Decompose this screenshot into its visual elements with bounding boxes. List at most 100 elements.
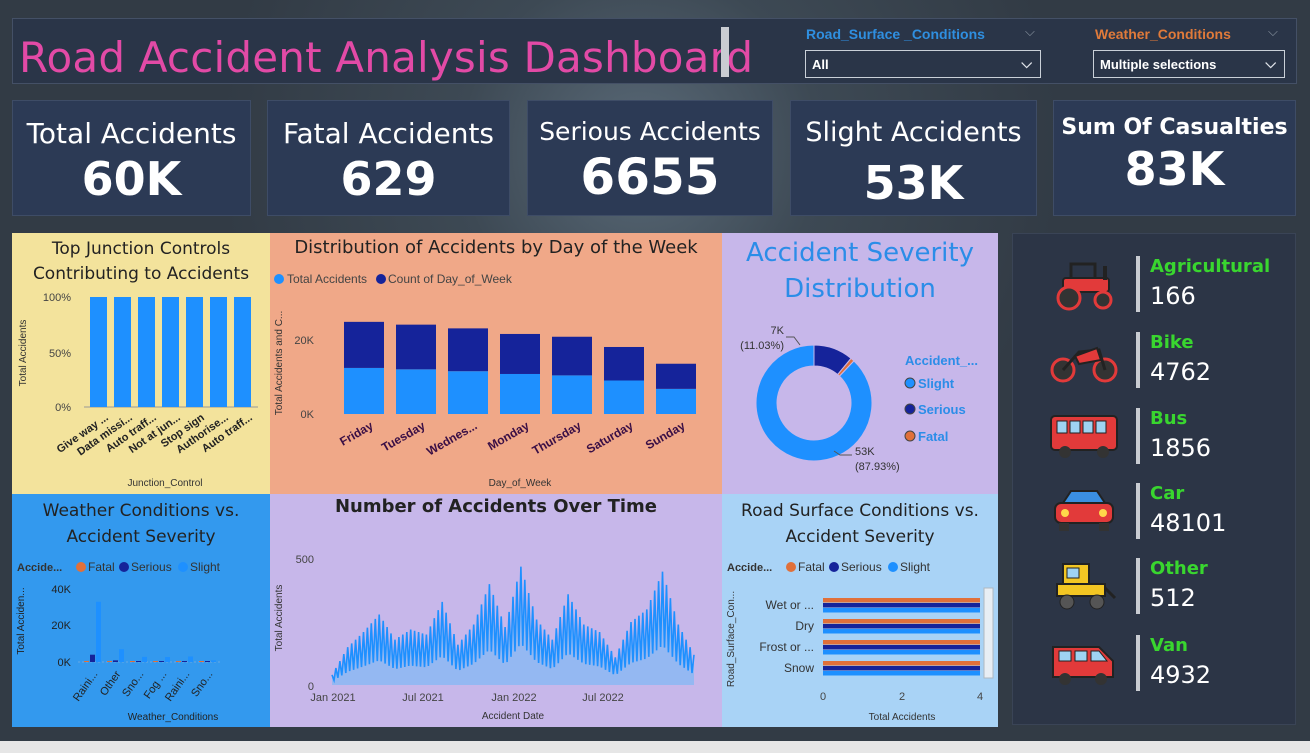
y-tick: 0% xyxy=(55,402,71,414)
title-cursor xyxy=(721,27,729,77)
bar-count-day-of-week xyxy=(448,328,488,372)
bar-serious xyxy=(182,661,187,662)
kpi-sum-casualties: Sum Of Casualties 83K xyxy=(1053,100,1296,216)
bar-count-day-of-week xyxy=(500,333,540,374)
vehicle-item-car: Car 48101 xyxy=(1013,481,1297,551)
bar xyxy=(234,297,251,407)
kpi-fatal-accidents: Fatal Accidents 629 xyxy=(267,100,510,216)
digger-icon xyxy=(1056,563,1117,610)
x-tick: Jul 2022 xyxy=(582,692,624,704)
bar-total-accidents xyxy=(604,380,644,414)
bar-fatal xyxy=(823,598,980,603)
scrollbar[interactable] xyxy=(983,587,994,679)
dashboard-title: Road Accident Analysis Dashboard xyxy=(19,33,754,82)
weather-slicer[interactable]: Multiple selections ⌵ xyxy=(1093,50,1285,78)
bus-icon xyxy=(1050,415,1118,458)
bar-slight xyxy=(211,660,216,662)
bar-total-accidents xyxy=(552,375,592,414)
bar-fatal xyxy=(199,661,204,662)
kpi-value: 60K xyxy=(81,152,182,206)
x-axis-title: Accident Date xyxy=(482,711,545,722)
bar xyxy=(210,297,227,407)
road-surface-slicer-label: Road_Surface _Conditions xyxy=(806,26,985,42)
legend-marker-slight xyxy=(178,562,188,572)
day-of-week-chart: Distribution of Accidents by Day of the … xyxy=(270,233,722,494)
bar-serious xyxy=(205,661,210,662)
legend-label: Slight xyxy=(918,376,955,391)
bar-slight xyxy=(188,656,193,662)
x-tick: 4 xyxy=(977,691,983,703)
y-axis-title: Total Acciden... xyxy=(16,587,27,654)
junction-control-chart: Top Junction Controls Contributing to Ac… xyxy=(12,233,270,494)
x-tick: 2 xyxy=(899,691,905,703)
bar-slight xyxy=(119,649,124,662)
y-tick-label: Frost or ... xyxy=(759,640,814,654)
chevron-down-icon[interactable]: ⌵ xyxy=(1268,25,1278,40)
legend-label: Serious xyxy=(841,560,882,574)
bar-serious xyxy=(823,666,980,671)
bar-serious xyxy=(113,660,118,662)
vehicle-name: Agricultural xyxy=(1150,256,1271,277)
y-tick: 50% xyxy=(49,348,71,360)
vehicle-name: Bike xyxy=(1150,332,1194,353)
x-tick-label: Saturday xyxy=(584,418,636,456)
x-axis-title: Total Accidents xyxy=(869,712,936,723)
bar-slight xyxy=(142,656,147,662)
bar xyxy=(90,297,107,407)
vehicle-item-other: Other 512 xyxy=(1013,556,1297,626)
vehicle-count: 48101 xyxy=(1150,509,1227,537)
kpi-label: Sum Of Casualties xyxy=(1061,115,1288,140)
bar-fatal xyxy=(823,619,980,624)
y-tick: 20K xyxy=(51,620,71,632)
severity-donut-panel: Accident Severity Distribution 7K (11.03… xyxy=(722,233,998,494)
legend-marker-serious xyxy=(829,562,839,572)
accidents-over-time-chart: Number of Accidents Over Time Total Acci… xyxy=(270,494,722,727)
road-surface-slicer[interactable]: All ⌵ xyxy=(805,50,1041,78)
kpi-value: 53K xyxy=(863,156,964,210)
bar-total-accidents xyxy=(396,369,436,414)
y-axis-title: Road_Surface_Con... xyxy=(726,591,737,687)
bar-count-day-of-week xyxy=(656,363,696,389)
y-tick: 0K xyxy=(301,409,315,421)
x-tick-label: Other xyxy=(98,669,124,699)
y-axis-title: Total Accidents xyxy=(18,320,29,387)
bar-total-accidents xyxy=(656,388,696,414)
y-tick: 500 xyxy=(296,554,314,566)
x-tick-label: Raini... xyxy=(71,669,100,704)
x-axis-title: Weather_Conditions xyxy=(128,712,218,723)
bar-fatal xyxy=(823,640,980,645)
bar-count-day-of-week xyxy=(396,324,436,370)
legend-title: Accide... xyxy=(17,562,62,574)
bar-serious xyxy=(823,603,980,608)
vehicle-count: 166 xyxy=(1150,282,1196,310)
bar-fatal xyxy=(176,661,181,662)
legend-label: Fatal xyxy=(918,429,948,444)
vehicle-name: Van xyxy=(1150,635,1188,656)
vehicle-item-bus: Bus 1856 xyxy=(1013,406,1297,476)
bar-fatal xyxy=(107,661,112,662)
chevron-down-icon: ⌵ xyxy=(1265,55,1276,71)
bar-slight xyxy=(165,657,170,662)
chevron-down-icon[interactable]: ⌵ xyxy=(1025,25,1035,40)
bar-serious xyxy=(136,661,141,662)
y-tick: 100% xyxy=(43,292,71,304)
legend-title: Accident_... xyxy=(905,353,978,368)
bar-slight xyxy=(823,650,980,655)
vehicle-name: Other xyxy=(1150,558,1208,579)
x-axis-title: Day_of_Week xyxy=(489,478,553,489)
legend-marker-fatal xyxy=(786,562,796,572)
bar-fatal xyxy=(823,661,980,666)
vehicle-count: 4762 xyxy=(1150,358,1212,386)
weather-bar-chart: Accide... Fatal Serious Slight Total Acc… xyxy=(16,560,222,723)
vehicle-count: 4932 xyxy=(1150,661,1212,689)
bar-serious xyxy=(823,645,980,650)
bar-serious xyxy=(159,661,164,662)
vehicle-type-panel: Agricultural 166 Bike 4762 Bus 1856 Car … xyxy=(1012,233,1296,725)
kpi-label: Total Accidents xyxy=(26,117,237,150)
van-icon xyxy=(1052,646,1114,685)
x-tick: Jan 2021 xyxy=(310,692,355,704)
weather-slicer-value: Multiple selections xyxy=(1100,57,1217,72)
severity-donut-chart: 7K (11.03%) 53K (87.93%) Accident_... Sl… xyxy=(740,325,978,473)
legend-label: Fatal xyxy=(88,560,115,574)
bar-count-day-of-week xyxy=(604,346,644,381)
